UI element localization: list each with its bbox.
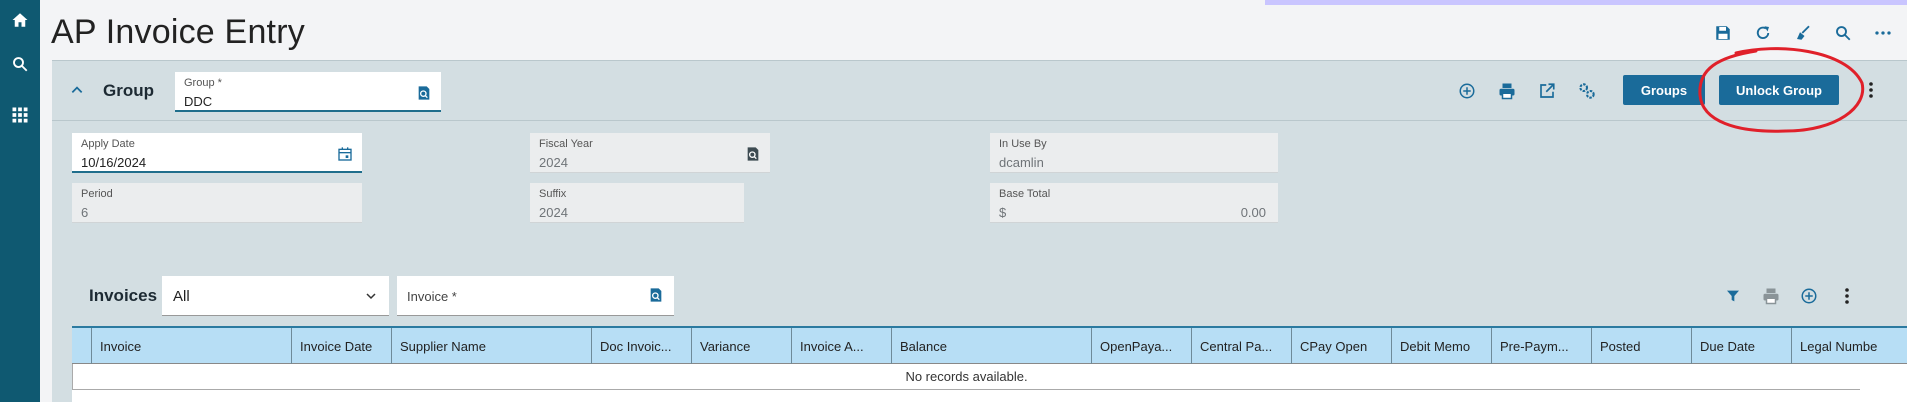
column-header[interactable]: Supplier Name bbox=[392, 328, 592, 364]
left-nav-rail bbox=[0, 0, 40, 402]
group-panel: Group Group * DDC Groups Unlock Group Ap… bbox=[52, 60, 1907, 402]
grid-header: Invoice Invoice Date Supplier Name Doc I… bbox=[72, 328, 1907, 364]
suffix-field: Suffix 2024 bbox=[530, 183, 744, 223]
invoice-filter-select[interactable]: All bbox=[162, 276, 389, 316]
column-header[interactable]: Legal Numbe bbox=[1792, 328, 1907, 364]
column-header[interactable]: Variance bbox=[692, 328, 792, 364]
invoices-grid: Invoice Invoice Date Supplier Name Doc I… bbox=[72, 326, 1907, 402]
group-field[interactable]: Group * DDC bbox=[175, 72, 441, 112]
invoice-filter-value: All bbox=[173, 288, 190, 305]
empty-grid-message: No records available. bbox=[72, 364, 1860, 390]
filter-icon[interactable] bbox=[1722, 285, 1744, 307]
search-icon[interactable] bbox=[1832, 22, 1854, 44]
search-icon[interactable] bbox=[0, 44, 40, 84]
fiscal-year-value: 2024 bbox=[539, 155, 568, 170]
period-label: Period bbox=[81, 188, 113, 200]
fiscal-year-label: Fiscal Year bbox=[539, 138, 593, 150]
apply-date-value: 10/16/2024 bbox=[81, 155, 147, 170]
column-header[interactable]: CPay Open bbox=[1292, 328, 1392, 364]
column-header[interactable]: Invoice A... bbox=[792, 328, 892, 364]
group-header: Group Group * DDC Groups Unlock Group bbox=[52, 61, 1907, 121]
apps-grid-icon[interactable] bbox=[0, 95, 40, 135]
column-header[interactable]: Invoice bbox=[92, 328, 292, 364]
lookup-icon[interactable] bbox=[415, 84, 433, 102]
fiscal-year-field: Fiscal Year 2024 bbox=[530, 133, 770, 173]
invoice-search-placeholder: Invoice * bbox=[407, 289, 457, 304]
top-toolbar bbox=[1712, 22, 1894, 44]
page-title: AP Invoice Entry bbox=[51, 13, 305, 51]
chevron-up-icon[interactable] bbox=[66, 79, 88, 101]
column-header[interactable]: Pre-Paym... bbox=[1492, 328, 1592, 364]
suffix-value: 2024 bbox=[539, 205, 568, 220]
lookup-icon[interactable] bbox=[648, 287, 664, 308]
column-header[interactable]: Due Date bbox=[1692, 328, 1792, 364]
lookup-icon[interactable] bbox=[744, 145, 762, 163]
unlock-group-button[interactable]: Unlock Group bbox=[1719, 75, 1839, 105]
column-header[interactable]: Balance bbox=[892, 328, 1092, 364]
settings-icon[interactable] bbox=[1576, 80, 1598, 102]
print-icon[interactable] bbox=[1760, 285, 1782, 307]
add-icon[interactable] bbox=[1456, 80, 1478, 102]
column-header[interactable]: Debit Memo bbox=[1392, 328, 1492, 364]
open-external-icon[interactable] bbox=[1536, 80, 1558, 102]
group-actions bbox=[1456, 80, 1598, 102]
add-row-icon[interactable] bbox=[1798, 285, 1820, 307]
base-total-value: 0.00 bbox=[1240, 205, 1266, 220]
invoice-search-field[interactable]: Invoice * bbox=[397, 276, 674, 316]
base-total-currency: $ bbox=[999, 205, 1007, 220]
base-total-label: Base Total bbox=[999, 188, 1051, 200]
save-icon[interactable] bbox=[1712, 22, 1734, 44]
print-icon[interactable] bbox=[1496, 80, 1518, 102]
refresh-icon[interactable] bbox=[1752, 22, 1774, 44]
groups-button[interactable]: Groups bbox=[1623, 75, 1705, 105]
column-header[interactable]: Central Pa... bbox=[1192, 328, 1292, 364]
in-use-by-label: In Use By bbox=[999, 138, 1047, 150]
group-label: Group bbox=[103, 81, 154, 100]
apply-date-label: Apply Date bbox=[81, 138, 135, 150]
group-field-value: DDC bbox=[184, 94, 213, 109]
column-header[interactable]: Invoice Date bbox=[292, 328, 392, 364]
column-header[interactable]: OpenPaya... bbox=[1092, 328, 1192, 364]
period-value: 6 bbox=[81, 205, 89, 220]
browser-url-strip bbox=[1265, 0, 1907, 5]
apply-date-field[interactable]: Apply Date 10/16/2024 bbox=[72, 133, 362, 173]
invoices-label: Invoices bbox=[89, 286, 158, 305]
in-use-by-value: dcamlin bbox=[999, 155, 1044, 170]
more-vertical-icon[interactable] bbox=[1864, 79, 1878, 101]
clear-icon[interactable] bbox=[1792, 22, 1814, 44]
more-icon[interactable] bbox=[1872, 22, 1894, 44]
in-use-by-field: In Use By dcamlin bbox=[990, 133, 1278, 173]
suffix-label: Suffix bbox=[539, 188, 567, 200]
chevron-down-icon bbox=[365, 289, 377, 307]
column-header[interactable]: Doc Invoic... bbox=[592, 328, 692, 364]
base-total-field: Base Total $ 0.00 bbox=[990, 183, 1278, 223]
calendar-icon[interactable] bbox=[336, 145, 354, 163]
grid-toolbar bbox=[1722, 285, 1858, 307]
more-vertical-icon[interactable] bbox=[1836, 285, 1858, 307]
column-header[interactable]: Posted bbox=[1592, 328, 1692, 364]
select-column[interactable] bbox=[72, 328, 92, 364]
group-field-label: Group * bbox=[184, 77, 222, 89]
period-field: Period 6 bbox=[72, 183, 362, 223]
home-icon[interactable] bbox=[0, 0, 40, 40]
